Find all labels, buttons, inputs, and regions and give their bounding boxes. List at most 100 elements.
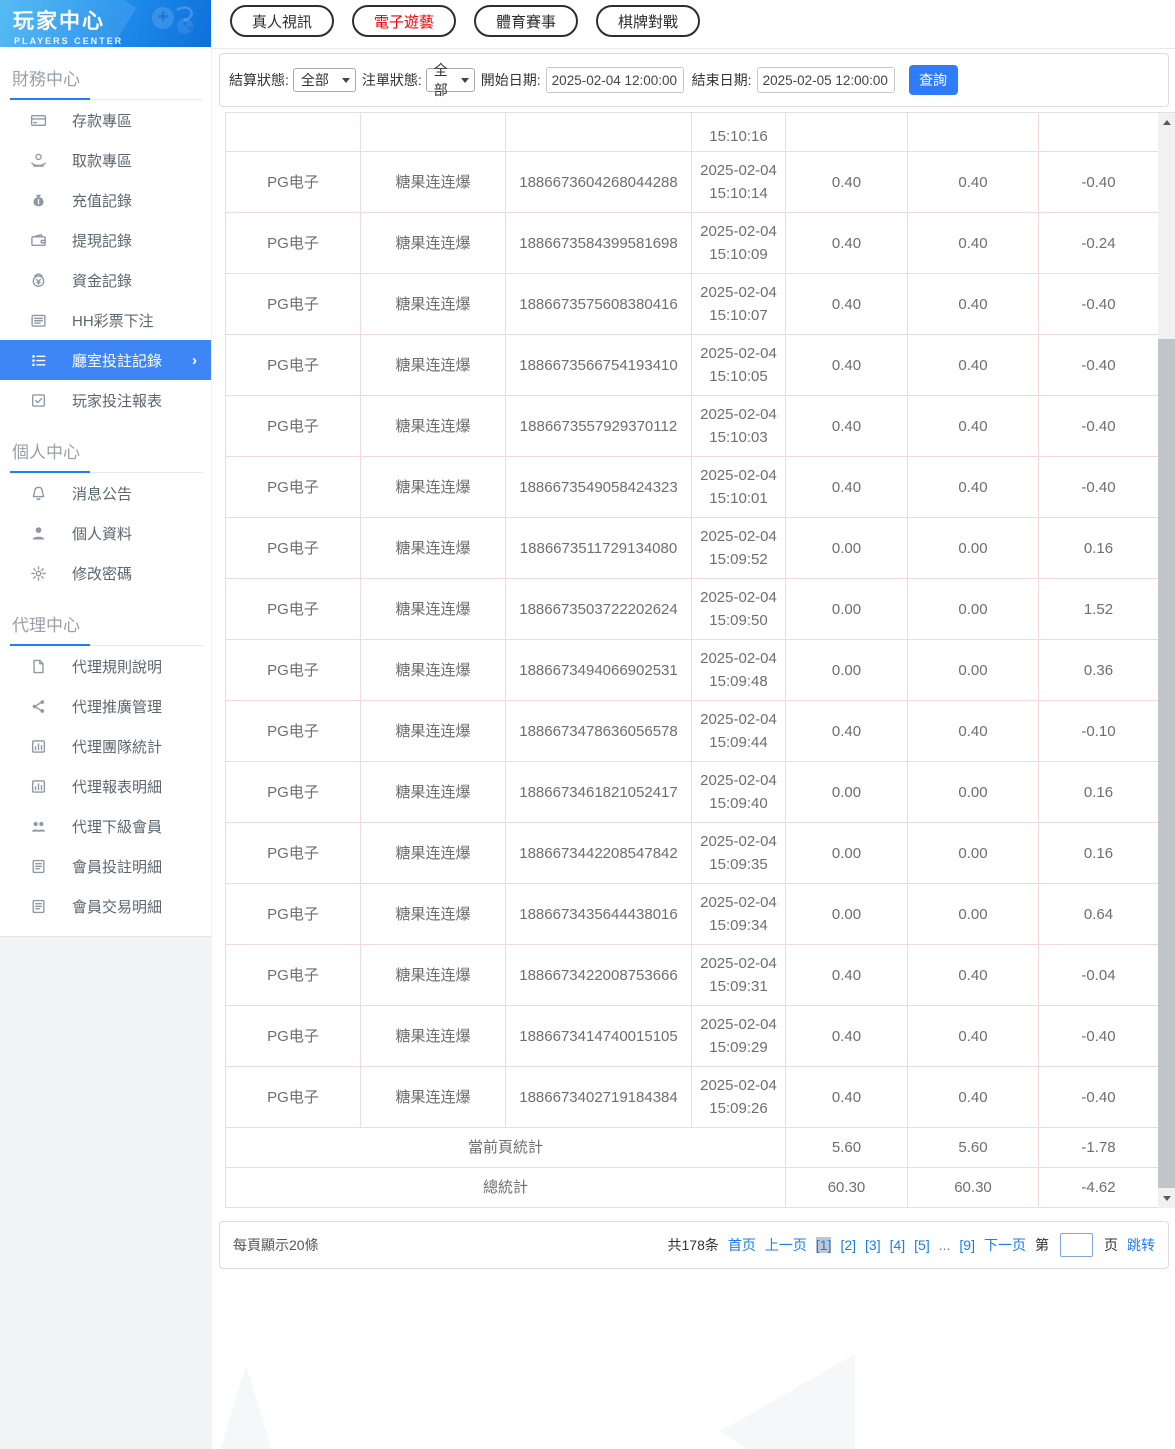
sidebar-item-people[interactable]: 代理下級會員 xyxy=(0,806,211,846)
settle-status-select[interactable]: 全部 xyxy=(292,68,356,92)
moneybag-icon xyxy=(30,192,47,209)
sidebar-item-withdraw-hand[interactable]: 取款專區 xyxy=(0,140,211,180)
valid-bet-cell: 0.40 xyxy=(907,456,1039,518)
bet-cell: 0.40 xyxy=(785,1066,908,1128)
sidebar-item-label: 會員交易明細 xyxy=(72,898,163,916)
bet-cell: 0.00 xyxy=(785,639,908,701)
date-line: 2025-02-04 xyxy=(700,284,777,301)
sidebar-item-funds-coin[interactable]: 資金記錄 xyxy=(0,260,211,300)
tab-2[interactable]: 電子遊藝 xyxy=(352,5,457,37)
sidebar-item-deposit-card[interactable]: 存款專區 xyxy=(0,100,211,140)
next-page-link[interactable]: 下一页 xyxy=(984,1235,1026,1255)
sidebar-item-moneybag[interactable]: 充值記錄 xyxy=(0,180,211,220)
winloss-cell: -0.40 xyxy=(1038,273,1159,335)
page-link-2[interactable]: [2] xyxy=(840,1237,856,1253)
summary-valid-cell: 5.60 xyxy=(907,1127,1039,1168)
summary-label: 當前頁統計 xyxy=(225,1127,786,1168)
tab-3[interactable]: 體育賽事 xyxy=(474,5,579,37)
chevron-down-icon xyxy=(460,77,469,87)
sidebar-item-label: 提現記錄 xyxy=(72,232,133,250)
game-cell: 糖果连连爆 xyxy=(360,334,506,396)
jump-page-input[interactable] xyxy=(1060,1233,1093,1257)
summary-valid-cell: 60.30 xyxy=(907,1167,1039,1208)
scroll-up-icon[interactable] xyxy=(1158,114,1175,131)
bet-cell: 0.40 xyxy=(785,1005,908,1067)
order-no-cell: 1886673575608380416 xyxy=(505,273,692,335)
valid-bet-cell: 0.40 xyxy=(907,212,1039,274)
page-link-5[interactable]: [5] xyxy=(914,1237,930,1253)
order-no-cell: 1886673503722202624 xyxy=(505,578,692,640)
time-cell: 2025-02-04 15:09:52 xyxy=(691,517,786,579)
total-summary-row: 總統計 60.30 60.30 -4.62 xyxy=(225,1167,1159,1208)
sidebar-item-label: 存款專區 xyxy=(72,112,133,130)
platform-cell: PG电子 xyxy=(225,639,361,701)
sidebar-item-doc[interactable]: 代理規則說明 xyxy=(0,646,211,686)
game-cell: 糖果连连爆 xyxy=(360,1066,506,1128)
records-table: 15:10:16 PG电子 糖果连连爆 1886673604268044288 2025… xyxy=(225,113,1159,1208)
platform-cell: PG电子 xyxy=(225,883,361,945)
bet-cell: 0.40 xyxy=(785,944,908,1006)
bet-cell: 0.40 xyxy=(785,273,908,335)
sidebar-item-bet-records[interactable]: 廳室投註記錄 › xyxy=(0,340,211,380)
summary-winloss-cell: -4.62 xyxy=(1038,1167,1159,1208)
page-link-4[interactable]: [4] xyxy=(890,1237,906,1253)
platform-cell: PG电子 xyxy=(225,517,361,579)
sidebar-item-doc-list[interactable]: 會員交易明細 xyxy=(0,886,211,926)
tab-4[interactable]: 棋牌對戰 xyxy=(596,5,701,37)
triangle-decoration xyxy=(720,1354,855,1449)
person-icon xyxy=(30,525,47,542)
sidebar-item-wallet[interactable]: 提現記錄 xyxy=(0,220,211,260)
bet-cell: 0.00 xyxy=(785,517,908,579)
withdraw-hand-icon xyxy=(30,152,47,169)
end-date-input[interactable] xyxy=(756,67,895,93)
sidebar-item-bell[interactable]: 消息公告 xyxy=(0,473,211,513)
game-cell: 糖果连连爆 xyxy=(360,273,506,335)
sidebar-item-report-check[interactable]: 玩家投注報表 xyxy=(0,380,211,420)
date-line: 2025-02-04 xyxy=(700,528,777,545)
start-date-input[interactable] xyxy=(545,67,684,93)
filter-bar: 結算狀態: 全部 注單狀態: 全部 開始日期: 結束日期: 查詢 xyxy=(219,53,1169,107)
time-cell: 2025-02-04 15:09:50 xyxy=(691,578,786,640)
first-page-link[interactable]: 首页 xyxy=(728,1235,756,1255)
table-scrollbar[interactable] xyxy=(1158,113,1175,1208)
sidebar-item-gear[interactable]: 修改密碼 xyxy=(0,553,211,593)
time-line: 15:10:01 xyxy=(709,490,768,507)
page-link-9[interactable]: [9] xyxy=(959,1237,975,1253)
page-link-3[interactable]: [3] xyxy=(865,1237,881,1253)
platform-cell: PG电子 xyxy=(225,822,361,884)
sidebar-item-lottery-list[interactable]: HH彩票下注 xyxy=(0,300,211,340)
funds-coin-icon xyxy=(30,272,47,289)
page-link-1[interactable]: [1] xyxy=(815,1237,832,1253)
order-status-select[interactable]: 全部 xyxy=(425,62,475,98)
date-line: 2025-02-04 xyxy=(700,1077,777,1094)
sidebar-item-person[interactable]: 個人資料 xyxy=(0,513,211,553)
platform-cell: PG电子 xyxy=(225,212,361,274)
time-line: 15:09:26 xyxy=(709,1100,768,1117)
time-line: 15:09:31 xyxy=(709,978,768,995)
winloss-cell: -0.40 xyxy=(1038,151,1159,213)
sidebar-item-chart-report[interactable]: 代理報表明細 xyxy=(0,766,211,806)
table-row: PG电子 糖果连连爆 1886673414740015105 2025-02-04 15… xyxy=(225,1005,1159,1067)
sidebar-item-label: 代理規則說明 xyxy=(72,658,163,676)
prev-page-link[interactable]: 上一页 xyxy=(765,1235,807,1255)
valid-bet-cell: 0.40 xyxy=(907,1066,1039,1128)
table-row: PG电子 糖果连连爆 1886673461821052417 2025-02-04 15… xyxy=(225,761,1159,823)
scrollbar-thumb[interactable] xyxy=(1158,339,1175,1188)
tab-1[interactable]: 真人視訊 xyxy=(230,5,335,37)
sidebar-item-label: 廳室投註記錄 xyxy=(72,352,163,370)
valid-bet-cell: 0.00 xyxy=(907,761,1039,823)
settle-status-label: 結算狀態: xyxy=(229,72,289,88)
pages-ellipsis: ... xyxy=(938,1237,951,1253)
sidebar-item-doc-list[interactable]: 會員投註明細 xyxy=(0,846,211,886)
sidebar-item-share[interactable]: 代理推廣管理 xyxy=(0,686,211,726)
scroll-down-icon[interactable] xyxy=(1158,1190,1175,1207)
date-line: 2025-02-04 xyxy=(700,589,777,606)
chevron-right-icon: › xyxy=(192,351,197,369)
platform-cell: PG电子 xyxy=(225,761,361,823)
winloss-cell: -0.40 xyxy=(1038,1005,1159,1067)
jump-button[interactable]: 跳转 xyxy=(1127,1235,1155,1255)
sidebar-item-chart-report[interactable]: 代理團隊統計 xyxy=(0,726,211,766)
time-line: 15:09:44 xyxy=(709,734,768,751)
table-row: PG电子 糖果连连爆 1886673435644438016 2025-02-04 15… xyxy=(225,883,1159,945)
search-button[interactable]: 查詢 xyxy=(908,65,958,95)
